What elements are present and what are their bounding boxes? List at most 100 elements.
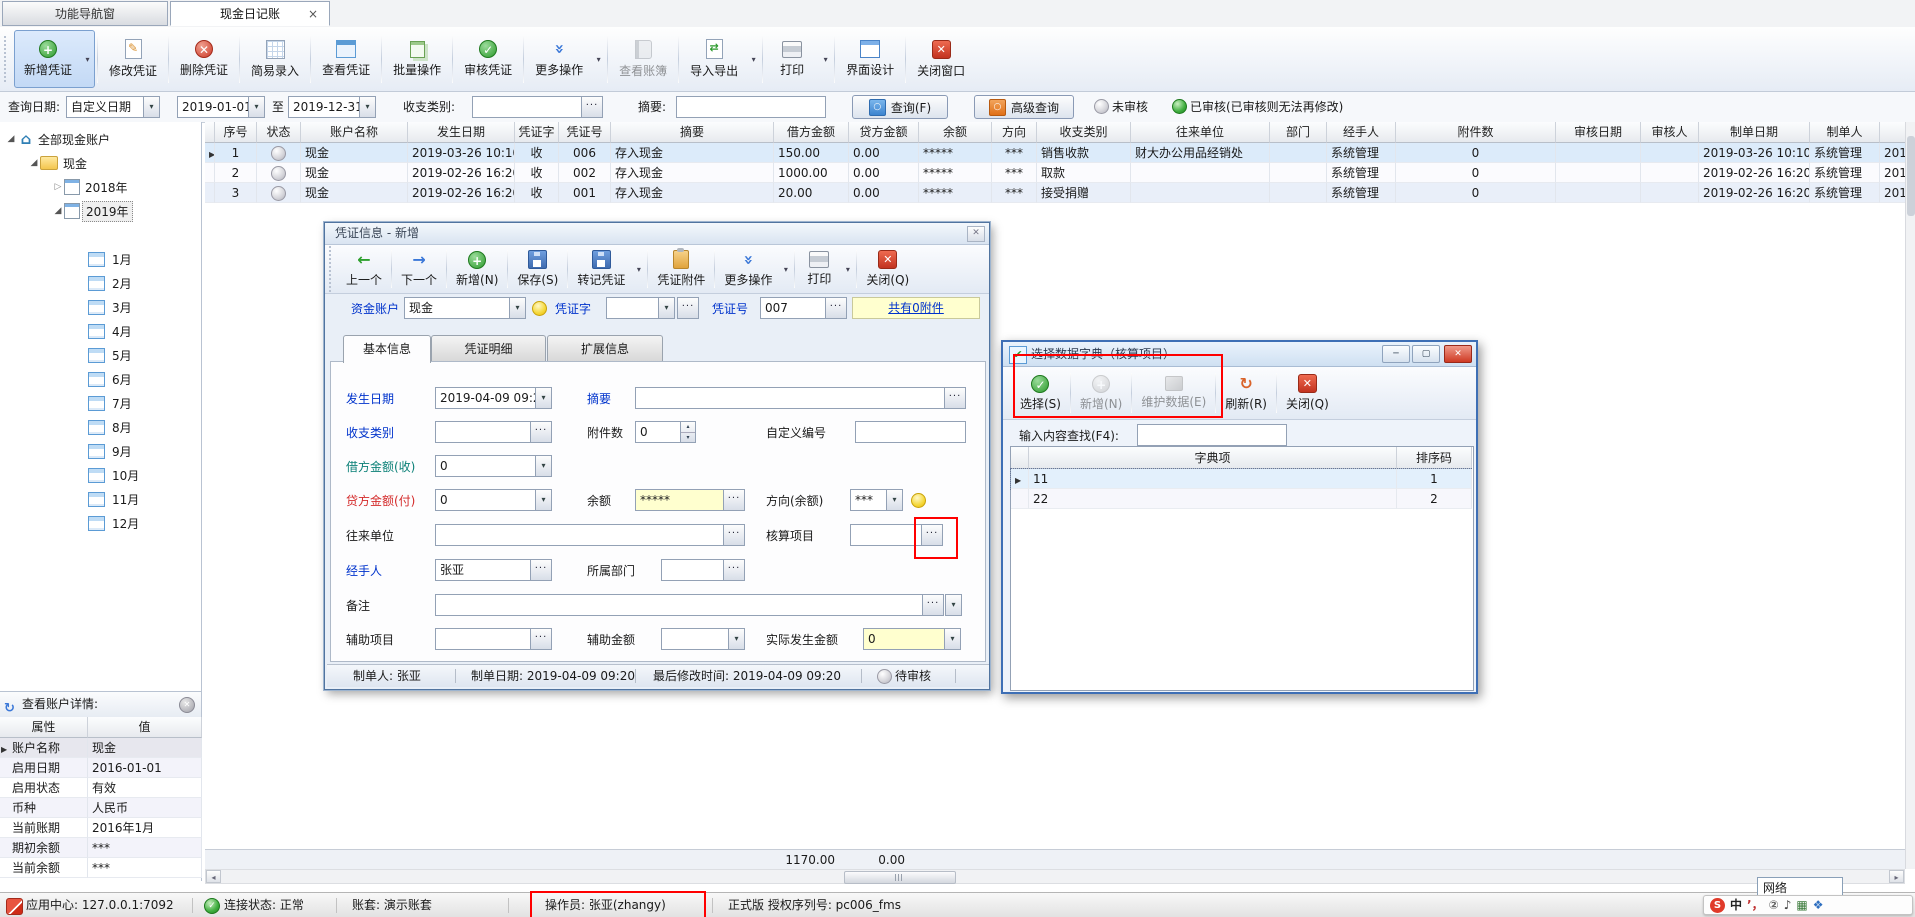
fullwidth-icon[interactable]: ② <box>1769 897 1779 913</box>
restore-button[interactable]: ▢ <box>1412 345 1440 363</box>
balance-input[interactable]: ***** <box>635 489 724 511</box>
column-header[interactable]: 摘要 <box>611 122 774 143</box>
summary-filter-input[interactable] <box>676 96 826 118</box>
balance-ellipsis-button[interactable] <box>723 489 745 511</box>
mic-icon[interactable]: ♪ <box>1784 897 1792 913</box>
close-button[interactable]: ✕关闭(Q) <box>1279 370 1336 416</box>
date-from-dropdown-icon[interactable] <box>248 96 265 118</box>
category-ellipsis-button[interactable] <box>530 421 552 443</box>
remark-ellipsis-button[interactable] <box>922 594 944 616</box>
department-ellipsis-button[interactable] <box>723 559 745 581</box>
print-button[interactable]: 打印 <box>797 247 841 291</box>
table-row[interactable]: 3现金2019-02-26 16:20收001存入现金20.000.00****… <box>205 183 1905 203</box>
edit-voucher-button[interactable]: ✎修改凭证 <box>100 32 166 86</box>
advanced-search-button[interactable]: 高级查询 <box>974 95 1074 119</box>
column-header[interactable]: 账户名称 <box>301 122 408 143</box>
sidebar-item-month[interactable]: 10月 <box>88 464 142 486</box>
column-header[interactable]: 方向 <box>992 122 1037 143</box>
property-row[interactable]: 期初余额*** <box>0 838 202 858</box>
expander-icon[interactable] <box>28 158 40 168</box>
column-header[interactable]: 借方金额 <box>774 122 849 143</box>
sidebar-item-month[interactable]: 8月 <box>88 416 135 438</box>
horizontal-scrollbar[interactable]: ◂ ▸ <box>205 869 1905 884</box>
toolbox-icon[interactable]: ❖ <box>1813 897 1824 913</box>
counterparty-input[interactable] <box>435 524 724 546</box>
voucher-word-input[interactable] <box>606 297 659 319</box>
counterparty-ellipsis-button[interactable] <box>723 524 745 546</box>
ui-design-button[interactable]: 界面设计 <box>837 32 903 86</box>
column-header[interactable]: 值 <box>88 717 202 738</box>
credit-amount-input[interactable]: 0 <box>435 489 536 511</box>
attach-count-stepper[interactable] <box>680 421 696 443</box>
tab-basic-info[interactable]: 基本信息 <box>343 335 431 363</box>
dropdown-arrow-icon[interactable] <box>819 55 832 64</box>
remark-dropdown-icon[interactable] <box>945 594 962 616</box>
column-header[interactable] <box>205 122 215 143</box>
column-header[interactable]: 状态 <box>257 122 301 143</box>
debit-amount-input[interactable]: 0 <box>435 455 536 477</box>
voucher-close-icon[interactable] <box>967 226 985 242</box>
actual-amount-dropdown-icon[interactable] <box>944 628 961 650</box>
credit-amount-dropdown-icon[interactable] <box>535 489 552 511</box>
dropdown-arrow-icon[interactable] <box>632 265 645 274</box>
sidebar-item-month[interactable]: 3月 <box>88 296 135 318</box>
sidebar-item-month[interactable]: 2月 <box>88 272 135 294</box>
dictionary-dialog-titlebar[interactable]: 选择数据字典（核算项目） ─ ▢ ✕ <box>1003 342 1476 367</box>
voucher-attachment-button[interactable]: 凭证附件 <box>650 247 712 291</box>
select-button[interactable]: ✓选择(S) <box>1013 370 1068 416</box>
attachment-count-link[interactable]: 共有0附件 <box>852 297 980 319</box>
column-header[interactable]: 发生日期 <box>408 122 515 143</box>
custom-no-input[interactable] <box>855 421 966 443</box>
voucher-no-input[interactable]: 007 <box>760 297 826 319</box>
date-to-dropdown-icon[interactable] <box>359 96 376 118</box>
handler-input[interactable]: 张亚 <box>435 559 531 581</box>
radio-audited-icon[interactable] <box>1172 99 1187 114</box>
column-header[interactable]: 凭证号 <box>559 122 611 143</box>
column-header[interactable]: 审核人 <box>1641 122 1699 143</box>
sidebar-item-all-accounts[interactable]: 全部现金账户 <box>5 128 113 150</box>
direction-dropdown-icon[interactable] <box>886 489 903 511</box>
summary-input[interactable] <box>635 387 945 409</box>
sidebar-item-month[interactable]: 9月 <box>88 440 135 462</box>
sidebar-item-month[interactable]: 7月 <box>88 392 135 414</box>
column-header[interactable]: 制单人 <box>1810 122 1880 143</box>
minimize-button[interactable]: ─ <box>1382 345 1410 363</box>
tab-voucher-detail[interactable]: 凭证明细 <box>431 335 546 362</box>
add-new-button[interactable]: +新增(N) <box>449 247 505 291</box>
chinese-mode-icon[interactable]: 中 <box>1730 897 1742 913</box>
save-button[interactable]: 保存(S) <box>510 247 565 291</box>
close-window-button[interactable]: ✕关闭窗口 <box>908 32 974 86</box>
quick-entry-button[interactable]: 简易录入 <box>242 32 308 86</box>
column-header[interactable]: 字典项 <box>1029 447 1397 469</box>
actual-amount-input[interactable]: 0 <box>863 628 945 650</box>
ime-toolbar[interactable]: S中’，②♪▦❖ <box>1703 895 1913 915</box>
next-button[interactable]: →下一个 <box>394 247 444 291</box>
aux-item-input[interactable] <box>435 628 531 650</box>
sidebar-item-2018[interactable]: 2018年 <box>52 176 131 198</box>
column-header[interactable]: 往来单位 <box>1131 122 1270 143</box>
close-button[interactable]: ✕关闭(Q) <box>859 247 916 291</box>
punctuation-icon[interactable]: ’， <box>1747 897 1764 913</box>
category-ellipsis-button[interactable] <box>581 96 603 118</box>
occur-date-input[interactable]: 2019-04-09 09:20 <box>435 387 536 409</box>
department-input[interactable] <box>661 559 724 581</box>
refresh-button[interactable]: ↻刷新(R) <box>1218 370 1274 416</box>
add-voucher-button[interactable]: +新增凭证 <box>15 32 81 86</box>
property-row[interactable]: 启用日期2016-01-01 <box>0 758 202 778</box>
handler-ellipsis-button[interactable] <box>530 559 552 581</box>
tab-extended-info[interactable]: 扩展信息 <box>547 335 663 362</box>
sidebar-item-2019[interactable]: 2019年 <box>52 200 133 222</box>
fund-account-select[interactable]: 现金 <box>404 297 510 319</box>
scrollbar-thumb[interactable] <box>1907 136 1915 216</box>
table-row[interactable]: 2现金2019-02-26 16:20收002存入现金1000.000.00**… <box>205 163 1905 183</box>
radio-unaudited-icon[interactable] <box>1094 99 1109 114</box>
column-header[interactable]: 审核日期 <box>1556 122 1641 143</box>
column-header[interactable]: 制单日期 <box>1699 122 1810 143</box>
dropdown-arrow-icon[interactable] <box>779 265 792 274</box>
batch-operations-button[interactable]: 批量操作 <box>384 32 450 86</box>
column-header[interactable]: 序号 <box>215 122 257 143</box>
sidebar-item-month[interactable]: 6月 <box>88 368 135 390</box>
dropdown-arrow-icon[interactable] <box>592 55 605 64</box>
panel-close-icon[interactable] <box>179 697 195 713</box>
sidebar-item-month[interactable]: 12月 <box>88 512 142 534</box>
